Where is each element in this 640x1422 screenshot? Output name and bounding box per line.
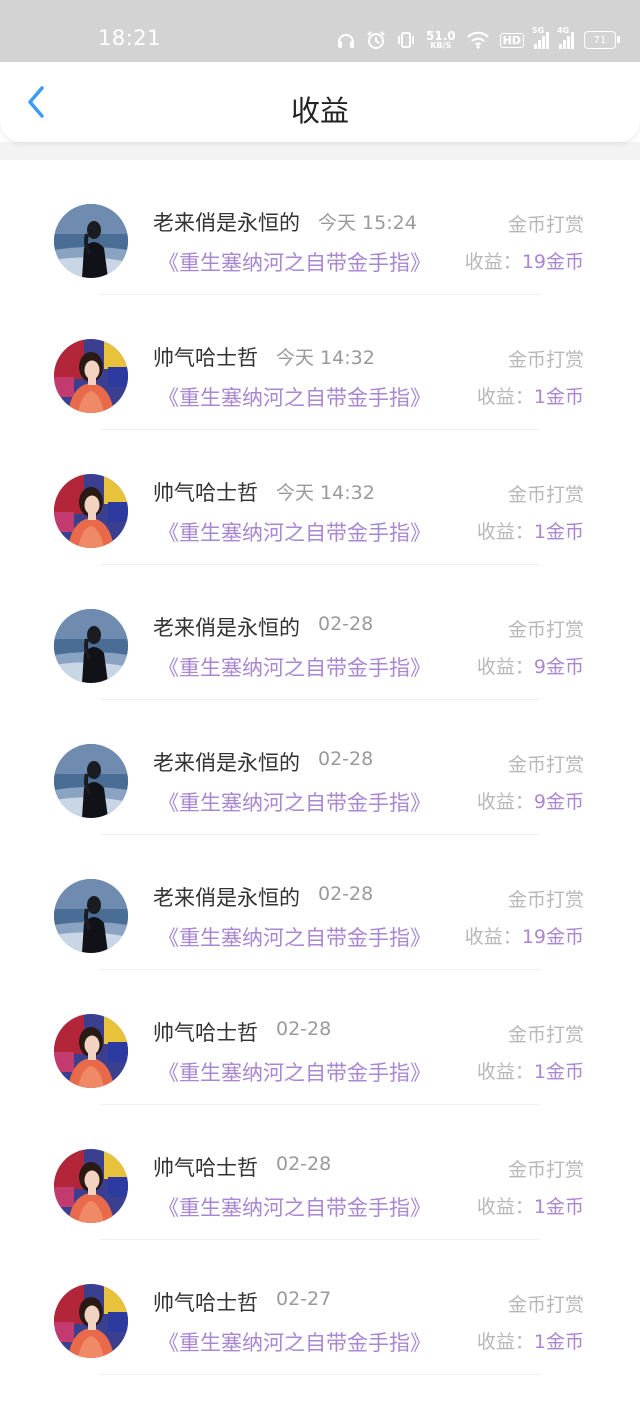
income-value: 19金币 <box>521 926 584 948</box>
record-type: 金币打赏 <box>507 1024 584 1046</box>
income-label: 收益： <box>476 386 534 408</box>
record-time: 02-28 <box>276 1153 332 1175</box>
status-bar: 18:21 51.0 KB/S HD 5G 4G 71 <box>0 0 640 62</box>
record-type: 金币打赏 <box>507 619 584 641</box>
wifi-icon <box>466 31 490 49</box>
user-name: 老来俏是永恒的 <box>153 751 300 775</box>
status-icons: 51.0 KB/S HD 5G 4G 71 <box>336 26 620 54</box>
user-name: 帅气哈士哲 <box>153 1156 258 1180</box>
avatar[interactable] <box>54 474 128 548</box>
signal-icon: 5G <box>532 26 549 49</box>
user-name: 帅气哈士哲 <box>153 481 258 505</box>
income-value: 9金币 <box>533 656 584 678</box>
income-label: 收益： <box>464 251 522 273</box>
book-title-link[interactable]: 《重生塞纳河之自带金手指》 <box>158 1327 431 1357</box>
income-record-row[interactable]: 老来俏是永恒的 02-28 金币打赏 《重生塞纳河之自带金手指》 收益：9金币 <box>0 700 640 835</box>
income-amount: 收益：19金币 <box>465 922 584 949</box>
record-type: 金币打赏 <box>507 754 584 776</box>
book-title-link[interactable]: 《重生塞纳河之自带金手指》 <box>158 787 431 817</box>
income-label: 收益： <box>476 521 534 543</box>
income-label: 收益： <box>476 656 534 678</box>
record-time: 02-27 <box>276 1288 332 1310</box>
status-time: 18:21 <box>98 26 162 50</box>
income-value: 1金币 <box>533 1331 584 1353</box>
income-amount: 收益：1金币 <box>477 1057 584 1084</box>
avatar[interactable] <box>54 1014 128 1088</box>
income-label: 收益： <box>476 1061 534 1083</box>
income-amount: 收益：19金币 <box>465 247 584 274</box>
income-amount: 收益：1金币 <box>477 1327 584 1354</box>
income-value: 1金币 <box>533 521 584 543</box>
signal-icon: 4G <box>557 26 574 49</box>
income-amount: 收益：1金币 <box>477 1192 584 1219</box>
row-divider <box>100 1374 540 1375</box>
hd-icon: HD <box>499 32 524 48</box>
income-records-list: 老来俏是永恒的 今天 15:24 金币打赏 《重生塞纳河之自带金手指》 收益：1… <box>0 160 640 1375</box>
user-name: 老来俏是永恒的 <box>153 886 300 910</box>
income-record-row[interactable]: 老来俏是永恒的 今天 15:24 金币打赏 《重生塞纳河之自带金手指》 收益：1… <box>0 160 640 295</box>
net-speed: 51.0 KB/S <box>426 29 456 50</box>
income-amount: 收益：9金币 <box>477 787 584 814</box>
record-type: 金币打赏 <box>507 889 584 911</box>
record-type: 金币打赏 <box>507 1159 584 1181</box>
record-time: 今天 14:32 <box>276 482 375 504</box>
header: 收益 <box>0 62 640 142</box>
alarm-icon <box>366 30 386 50</box>
page-title: 收益 <box>290 94 349 128</box>
book-title-link[interactable]: 《重生塞纳河之自带金手指》 <box>158 517 431 547</box>
income-value: 1金币 <box>533 386 584 408</box>
income-record-row[interactable]: 帅气哈士哲 02-28 金币打赏 《重生塞纳河之自带金手指》 收益：1金币 <box>0 1105 640 1240</box>
user-name: 帅气哈士哲 <box>153 1021 258 1045</box>
income-label: 收益： <box>464 926 522 948</box>
header-shadow-band <box>0 142 640 160</box>
income-record-row[interactable]: 老来俏是永恒的 02-28 金币打赏 《重生塞纳河之自带金手指》 收益：9金币 <box>0 565 640 700</box>
record-time: 今天 15:24 <box>318 212 417 234</box>
income-amount: 收益：1金币 <box>477 382 584 409</box>
record-time: 02-28 <box>276 1018 332 1040</box>
income-record-row[interactable]: 帅气哈士哲 02-27 金币打赏 《重生塞纳河之自带金手指》 收益：1金币 <box>0 1240 640 1375</box>
record-time: 02-28 <box>318 883 374 905</box>
book-title-link[interactable]: 《重生塞纳河之自带金手指》 <box>158 1057 431 1087</box>
record-type: 金币打赏 <box>507 349 584 371</box>
income-record-row[interactable]: 老来俏是永恒的 02-28 金币打赏 《重生塞纳河之自带金手指》 收益：19金币 <box>0 835 640 970</box>
record-type: 金币打赏 <box>507 484 584 506</box>
book-title-link[interactable]: 《重生塞纳河之自带金手指》 <box>158 382 431 412</box>
income-label: 收益： <box>476 1196 534 1218</box>
battery-icon: 71 <box>584 31 620 49</box>
income-record-row[interactable]: 帅气哈士哲 今天 14:32 金币打赏 《重生塞纳河之自带金手指》 收益：1金币 <box>0 295 640 430</box>
user-name: 老来俏是永恒的 <box>153 211 300 235</box>
record-time: 02-28 <box>318 748 374 770</box>
avatar[interactable] <box>54 744 128 818</box>
record-time: 02-28 <box>318 613 374 635</box>
income-value: 1金币 <box>533 1061 584 1083</box>
record-type: 金币打赏 <box>507 1294 584 1316</box>
income-label: 收益： <box>476 791 534 813</box>
book-title-link[interactable]: 《重生塞纳河之自带金手指》 <box>158 247 431 277</box>
headphones-icon <box>336 30 356 50</box>
income-record-row[interactable]: 帅气哈士哲 今天 14:32 金币打赏 《重生塞纳河之自带金手指》 收益：1金币 <box>0 430 640 565</box>
avatar[interactable] <box>54 1284 128 1358</box>
user-name: 帅气哈士哲 <box>153 1291 258 1315</box>
income-record-row[interactable]: 帅气哈士哲 02-28 金币打赏 《重生塞纳河之自带金手指》 收益：1金币 <box>0 970 640 1105</box>
avatar[interactable] <box>54 879 128 953</box>
avatar[interactable] <box>54 339 128 413</box>
user-name: 老来俏是永恒的 <box>153 616 300 640</box>
user-name: 帅气哈士哲 <box>153 346 258 370</box>
avatar[interactable] <box>54 204 128 278</box>
income-value: 9金币 <box>533 791 584 813</box>
record-time: 今天 14:32 <box>276 347 375 369</box>
income-amount: 收益：9金币 <box>477 652 584 679</box>
income-amount: 收益：1金币 <box>477 517 584 544</box>
income-label: 收益： <box>476 1331 534 1353</box>
book-title-link[interactable]: 《重生塞纳河之自带金手指》 <box>158 1192 431 1222</box>
record-type: 金币打赏 <box>507 214 584 236</box>
book-title-link[interactable]: 《重生塞纳河之自带金手指》 <box>158 652 431 682</box>
income-value: 19金币 <box>521 251 584 273</box>
income-value: 1金币 <box>533 1196 584 1218</box>
vibrate-icon <box>396 30 416 50</box>
book-title-link[interactable]: 《重生塞纳河之自带金手指》 <box>158 922 431 952</box>
avatar[interactable] <box>54 1149 128 1223</box>
avatar[interactable] <box>54 609 128 683</box>
